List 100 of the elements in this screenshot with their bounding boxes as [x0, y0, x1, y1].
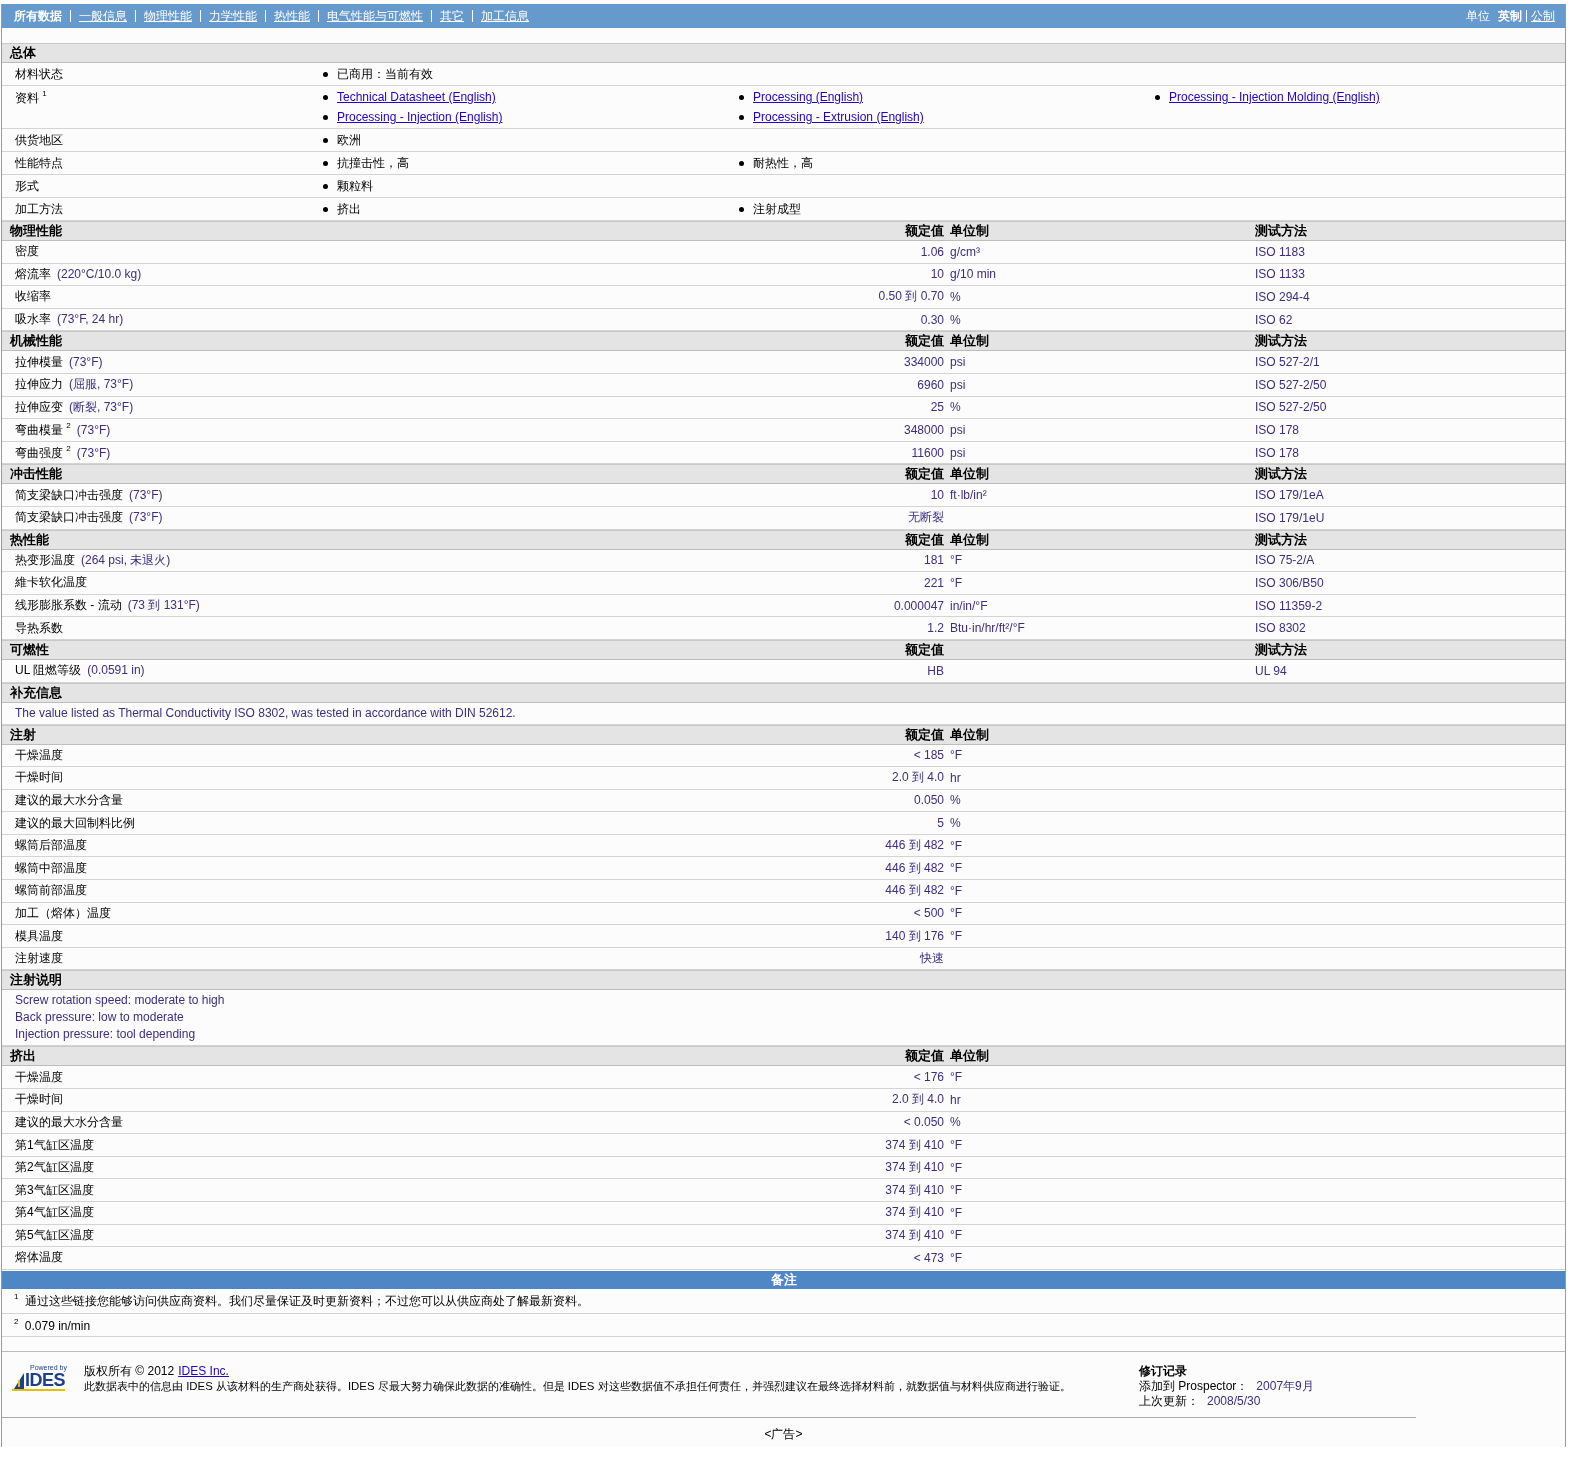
unit-text: °F: [950, 1070, 963, 1085]
item-text: 已商用：当前有效: [337, 65, 433, 83]
unit-text: °F: [950, 861, 963, 876]
unit-text: °F: [950, 1205, 963, 1220]
value-text: 6960: [917, 377, 944, 392]
revision-date: 2007年9月: [1256, 1378, 1314, 1393]
footnote-text: $^{1}$ 通过这些链接您能够访问供应商资料。我们尽量保证及时更新资料；不过您可以从供应商处了解最新资料。: [14, 1293, 589, 1308]
property-name: 建议的最大回制料比例: [15, 815, 135, 830]
condition-text: (73°F): [76, 445, 111, 460]
unit-text: °F: [950, 1228, 963, 1243]
value-text: 446 到 482: [885, 883, 944, 898]
property-name: 維卡软化温度: [15, 575, 87, 590]
property-name: 螺筒后部温度: [15, 838, 87, 853]
column-header: 测试方法: [1255, 531, 1307, 547]
property-name: 螺筒前部温度: [15, 883, 87, 898]
nav-tab[interactable]: 所有数据: [14, 7, 62, 25]
disclaimer-text: 此数据表中的信息由 IDES 从该材料的生产商处获得。IDES 尽最大努力确保此数据的准确性。但是 IDES 对这些数据值不承担任何责任，并强烈建议在最终选择材料前，就数据值与材料供应商进行验证。: [84, 1378, 1072, 1394]
item-text: 抗撞击性，高: [337, 154, 409, 172]
value-text: 快速: [920, 951, 944, 966]
bullet-icon: [1155, 94, 1160, 100]
bullet-icon: [739, 94, 744, 100]
document-link[interactable]: Technical Datasheet (English): [337, 90, 496, 104]
unit-text: %: [950, 312, 961, 327]
nav-tab[interactable]: 电气性能与可燃性: [327, 7, 423, 25]
condition-text: (0.0591 in): [87, 663, 145, 678]
column-header: 测试方法: [1255, 466, 1307, 482]
test-method: ISO 294-4: [1255, 290, 1310, 304]
unit-text: %: [950, 290, 961, 304]
bullet-icon: [323, 137, 328, 143]
revision-label: 上次更新：: [1139, 1393, 1199, 1408]
unit-text: ft·lb/in²: [950, 488, 987, 503]
info-text: Screw rotation speed: moderate to high: [14, 992, 226, 1008]
test-method: ISO 527-2/50: [1255, 377, 1327, 392]
property-name: 加工（熔体）温度: [15, 905, 111, 920]
value-text: 2.0 到 4.0: [891, 770, 944, 785]
property-name: 建议的最大水分含量: [15, 1114, 123, 1129]
test-method: ISO 179/1eU: [1255, 510, 1325, 525]
value-text: 无断裂: [908, 510, 944, 525]
value-text: 140 到 176: [885, 928, 944, 943]
section-title: 注射: [9, 725, 37, 744]
company-link[interactable]: IDES Inc.: [178, 1363, 229, 1378]
unit-text: hr: [950, 770, 961, 785]
test-method: ISO 179/1eA: [1255, 488, 1324, 503]
revision-label: 添加到 Prospector：: [1139, 1378, 1249, 1393]
unit-text: %: [950, 816, 961, 831]
column-header: 测试方法: [1255, 333, 1307, 349]
value-text: 0.50 到 0.70: [878, 289, 944, 304]
column-header: 额定值: [905, 223, 944, 238]
condition-text: (73°F): [76, 422, 111, 437]
copyright-text: 版权所有 © 2012: [84, 1363, 175, 1378]
document-link[interactable]: Processing - Injection (English): [337, 110, 503, 124]
unit-text: Btu·in/hr/ft²/°F: [950, 621, 1025, 636]
column-header: 测试方法: [1255, 641, 1307, 657]
row-label: 供货地区: [14, 132, 64, 149]
row-label: 加工方法: [14, 201, 64, 218]
test-method: ISO 306/B50: [1255, 575, 1324, 590]
row-label: 材料状态: [14, 66, 64, 83]
property-name: 建议的最大水分含量: [15, 793, 123, 807]
ad-label: <广告>: [764, 1426, 803, 1441]
condition-text: (73°F): [69, 354, 103, 369]
unit-text: psi: [950, 377, 966, 392]
value-text: 25: [930, 400, 944, 415]
value-text: 374 到 410: [885, 1160, 944, 1175]
unit-text: g/cm³: [950, 244, 980, 259]
bullet-icon: [323, 160, 328, 166]
unit-text: psi: [950, 355, 966, 370]
property-name: 收缩率: [15, 289, 51, 304]
property-name: 热变形温度: [15, 552, 75, 567]
column-header: 单位制: [950, 466, 989, 482]
property-name: 简支梁缺口冲击强度: [15, 510, 123, 525]
row-label: 形式: [14, 178, 40, 195]
unit-option[interactable]: 公制: [1531, 7, 1555, 25]
value-text: 221: [923, 575, 944, 590]
test-method: ISO 75-2/A: [1255, 553, 1315, 568]
nav-tab[interactable]: 一般信息: [79, 7, 127, 25]
condition-text: (220°C/10.0 kg): [57, 266, 142, 281]
nav-tab[interactable]: 热性能: [274, 7, 310, 25]
document-link[interactable]: Processing (English): [753, 90, 864, 104]
value-text: 10: [930, 267, 944, 282]
nav-tab[interactable]: 加工信息: [481, 7, 529, 25]
item-text: 注射成型: [753, 200, 801, 218]
property-name: 熔体温度: [15, 1250, 63, 1265]
item-text: 颗粒料: [337, 177, 373, 195]
nav-tab[interactable]: 其它: [440, 7, 464, 25]
test-method: ISO 8302: [1255, 621, 1306, 636]
nav-tab[interactable]: 力学性能: [209, 7, 257, 25]
test-method: ISO 11359-2: [1255, 598, 1323, 613]
unit-text: °F: [950, 906, 963, 921]
revision-date: 2008/5/30: [1207, 1393, 1261, 1408]
document-link[interactable]: Processing - Injection Molding (English): [1169, 90, 1380, 104]
unit-text: psi: [950, 422, 966, 437]
bullet-icon: [323, 71, 328, 77]
condition-text: (屈服, 73°F): [69, 377, 134, 392]
value-text: < 473: [913, 1251, 944, 1265]
nav-tab[interactable]: 物理性能: [144, 7, 192, 25]
bullet-icon: [323, 183, 328, 189]
test-method: ISO 178: [1255, 445, 1300, 460]
unit-option[interactable]: 英制: [1498, 7, 1522, 25]
document-link[interactable]: Processing - Extrusion (English): [753, 110, 924, 124]
column-header: 额定值: [905, 641, 944, 657]
